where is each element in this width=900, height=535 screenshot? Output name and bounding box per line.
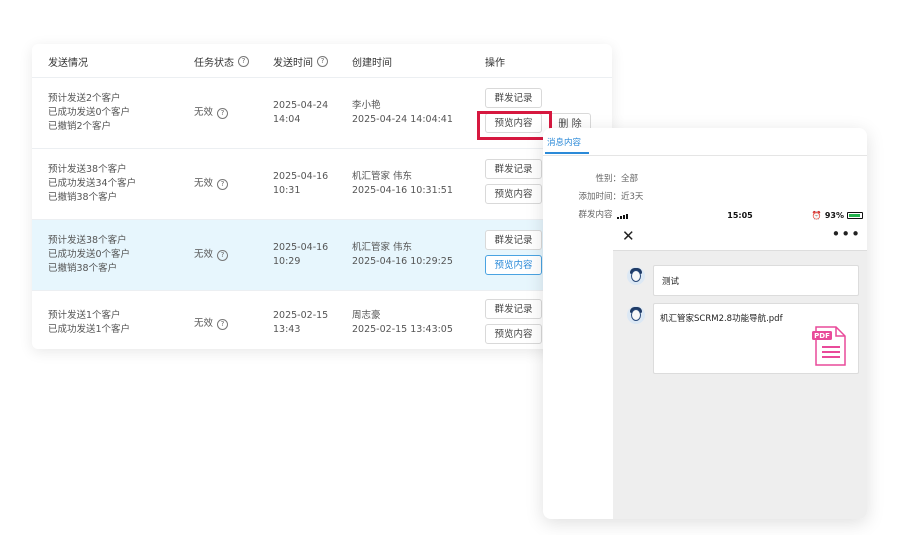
avatar	[627, 306, 645, 324]
tab-underline	[545, 152, 589, 154]
header-task-status: 任务状态?	[194, 54, 249, 69]
creator-name: 李小艳	[352, 100, 381, 111]
creator-name: 机汇管家 伟东	[352, 242, 413, 253]
sending-summary: 预计发送1个客户 已成功发送1个客户	[48, 309, 130, 337]
success-count: 已成功发送34个客户	[48, 178, 137, 189]
phone-preview: 15:05 ⏰ 93% ✕ ••• 测试 机汇管家SCRM2.8功能导航.pdf	[613, 210, 867, 519]
revoked-count: 已撤销38个客户	[48, 192, 118, 203]
header-send-time: 发送时间?	[273, 54, 328, 69]
file-name: 机汇管家SCRM2.8功能导航.pdf	[660, 314, 783, 324]
mass-send-record-button[interactable]: 群发记录	[485, 88, 542, 108]
success-count: 已成功发送0个客户	[48, 249, 131, 260]
battery-level	[849, 214, 860, 217]
revoked-count: 已撤销38个客户	[48, 263, 118, 274]
sending-summary: 预计发送38个客户 已成功发送0个客户 已撤销38个客户	[48, 234, 130, 276]
send-time: 2025-04-16 10:29	[273, 242, 329, 267]
create-info: 机汇管家 伟东 2025-04-16 10:31:51	[352, 170, 453, 198]
send-time: 2025-04-16 10:31	[273, 171, 329, 196]
task-status: 无效?	[194, 317, 229, 331]
added-time-filter: 添加时间：近3天	[578, 192, 644, 202]
battery-icon	[847, 212, 863, 219]
task-status: 无效?	[194, 248, 229, 262]
expected-count: 预计发送38个客户	[48, 164, 127, 175]
mass-send-table: 发送情况 任务状态? 发送时间? 创建时间 操作 预计发送2个客户 已成功发送0…	[32, 44, 612, 349]
revoked-count: 已撤销2个客户	[48, 121, 112, 132]
created-at: 2025-04-16 10:29:25	[352, 256, 453, 267]
expected-count: 预计发送2个客户	[48, 93, 121, 104]
creator-name: 周志豪	[352, 310, 381, 321]
created-at: 2025-04-16 10:31:51	[352, 185, 453, 196]
header-sending: 发送情况	[48, 58, 88, 69]
expected-count: 预计发送38个客户	[48, 235, 127, 246]
create-info: 机汇管家 伟东 2025-04-16 10:29:25	[352, 241, 453, 269]
header-actions: 操作	[485, 58, 505, 69]
table-header: 发送情况 任务状态? 发送时间? 创建时间 操作	[32, 44, 612, 78]
tab-message-content[interactable]: 消息内容	[547, 136, 581, 148]
question-circle-icon[interactable]: ?	[217, 249, 229, 261]
question-circle-icon[interactable]: ?	[217, 107, 229, 119]
avatar	[627, 267, 645, 285]
created-at: 2025-04-24 14:04:41	[352, 114, 453, 125]
battery-percent: 93%	[824, 211, 844, 220]
gender-filter: 性别：全部	[595, 174, 639, 184]
question-circle-icon[interactable]: ?	[217, 318, 229, 330]
send-time: 2025-02-15 13:43	[273, 310, 329, 335]
message-text-bubble: 测试	[653, 265, 859, 296]
close-icon[interactable]: ✕	[622, 227, 635, 245]
preview-content-button[interactable]: 预览内容	[485, 184, 542, 204]
table-row: 预计发送38个客户 已成功发送0个客户 已撤销38个客户 无效? 2025-04…	[32, 220, 612, 291]
sending-summary: 预计发送38个客户 已成功发送34个客户 已撤销38个客户	[48, 163, 136, 205]
file-message-bubble[interactable]: 机汇管家SCRM2.8功能导航.pdf PDF	[653, 303, 859, 374]
highlight-frame	[477, 111, 552, 140]
mass-send-record-button[interactable]: 群发记录	[485, 230, 542, 250]
phone-status-bar: 15:05 ⏰ 93%	[613, 210, 867, 224]
task-status: 无效?	[194, 106, 229, 120]
preview-panel: 消息内容 性别：全部 添加时间：近3天 群发内容： 15:05 ⏰ 93% ✕ …	[543, 128, 867, 519]
preview-content-button[interactable]: 预览内容	[485, 324, 542, 344]
task-status: 无效?	[194, 177, 229, 191]
preview-content-button[interactable]: 预览内容	[485, 255, 542, 275]
phone-nav-bar: ✕ •••	[613, 224, 867, 251]
message-text: 测试	[662, 277, 680, 287]
created-at: 2025-02-15 13:43:05	[352, 324, 453, 335]
success-count: 已成功发送1个客户	[48, 324, 131, 335]
send-time: 2025-04-24 14:04	[273, 100, 329, 125]
table-row: 预计发送1个客户 已成功发送1个客户 无效? 2025-02-15 13:43 周…	[32, 291, 612, 349]
question-circle-icon[interactable]: ?	[317, 56, 328, 67]
more-icon[interactable]: •••	[831, 225, 861, 243]
question-circle-icon[interactable]: ?	[238, 56, 249, 67]
alarm-icon: ⏰	[811, 211, 822, 220]
pdf-file-icon: PDF	[812, 326, 846, 366]
creator-name: 机汇管家 伟东	[352, 171, 413, 182]
panel-tabbar: 消息内容	[543, 128, 867, 156]
mass-send-record-button[interactable]: 群发记录	[485, 159, 542, 179]
expected-count: 预计发送1个客户	[48, 310, 121, 321]
mass-send-record-button[interactable]: 群发记录	[485, 299, 542, 319]
table-row: 预计发送38个客户 已成功发送34个客户 已撤销38个客户 无效? 2025-0…	[32, 149, 612, 220]
create-info: 周志豪 2025-02-15 13:43:05	[352, 309, 453, 337]
sending-summary: 预计发送2个客户 已成功发送0个客户 已撤销2个客户	[48, 92, 130, 134]
success-count: 已成功发送0个客户	[48, 107, 131, 118]
create-info: 李小艳 2025-04-24 14:04:41	[352, 99, 453, 127]
header-create-time: 创建时间	[352, 58, 392, 69]
question-circle-icon[interactable]: ?	[217, 178, 229, 190]
status-right: ⏰ 93%	[812, 211, 863, 220]
pdf-badge-text: PDF	[814, 332, 830, 340]
